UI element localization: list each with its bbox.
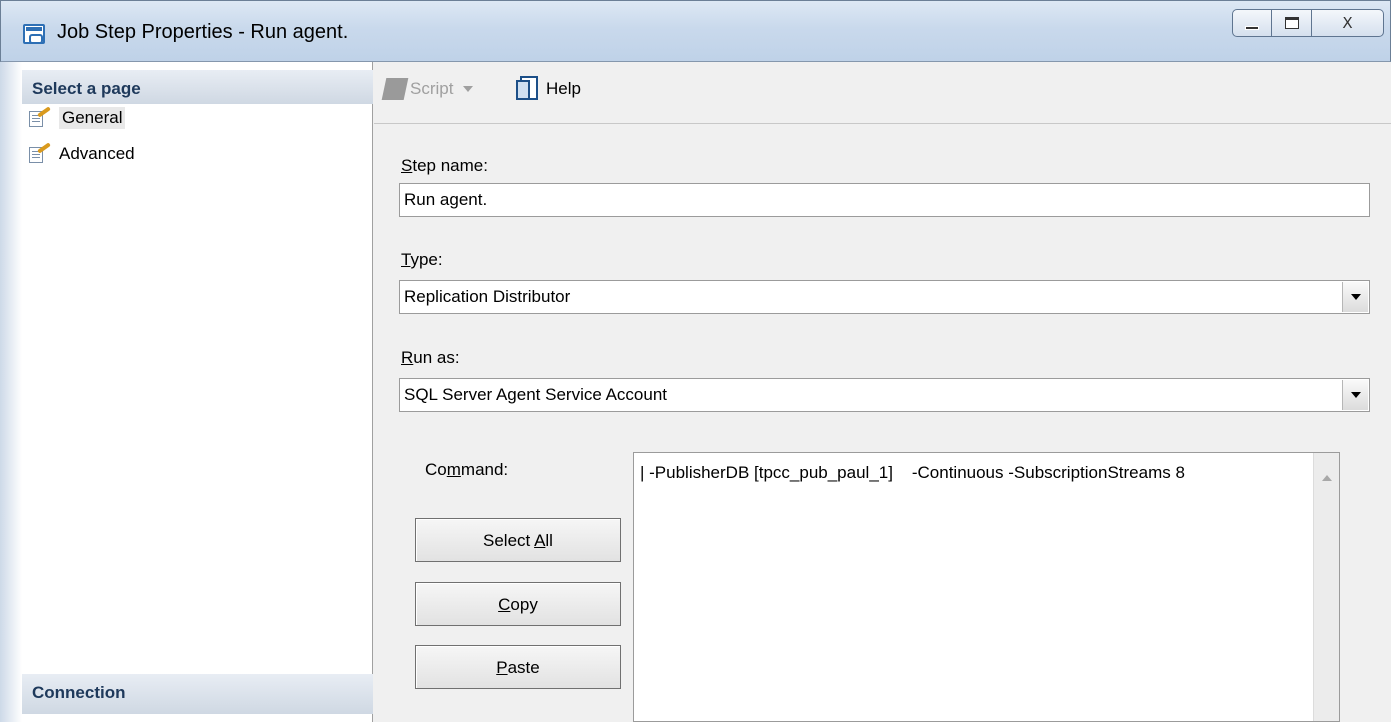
connection-header: Connection — [22, 674, 373, 714]
command-text: | -PublisherDB [tpcc_pub_paul_1] -Contin… — [640, 463, 1185, 482]
help-button[interactable]: Help — [516, 76, 581, 102]
chevron-down-icon — [1350, 392, 1361, 398]
command-label: Command: — [425, 460, 509, 479]
help-label: Help — [546, 79, 581, 98]
step-name-input[interactable]: Run agent. — [399, 183, 1370, 217]
minimize-button[interactable] — [1232, 9, 1272, 37]
scroll-up-icon[interactable] — [1322, 475, 1332, 481]
left-edge-gradient — [0, 62, 22, 722]
type-label: Type: — [401, 250, 443, 269]
select-all-button[interactable]: Select All — [415, 518, 621, 562]
properties-page-icon — [28, 106, 52, 129]
run-as-label: Run as: — [401, 348, 460, 367]
sidebar-item-label: General — [59, 107, 126, 129]
chevron-down-icon — [463, 86, 474, 92]
select-page-header: Select a page — [22, 70, 373, 104]
title-bar: Job Step Properties - Run agent. X — [0, 0, 1391, 62]
app-icon — [23, 24, 45, 44]
window-title: Job Step Properties - Run agent. — [57, 21, 349, 43]
type-select[interactable]: Replication Distributor — [399, 280, 1370, 314]
run-as-dropdown-button[interactable] — [1342, 380, 1368, 410]
close-button[interactable]: X — [1312, 9, 1384, 37]
sidebar-item-general[interactable]: General — [22, 104, 126, 132]
close-icon: X — [1342, 14, 1353, 32]
command-textarea[interactable]: | -PublisherDB [tpcc_pub_paul_1] -Contin… — [633, 452, 1340, 722]
maximize-icon — [1284, 17, 1299, 29]
sidebar-item-advanced[interactable]: Advanced — [22, 140, 135, 168]
step-name-label: Step name: — [401, 156, 488, 175]
caption-buttons: X — [1232, 9, 1384, 37]
copy-button[interactable]: Copy — [415, 582, 621, 626]
toolbar: Script Help — [374, 62, 1391, 124]
sidebar-item-label: Advanced — [59, 144, 135, 163]
chevron-down-icon — [1350, 294, 1361, 300]
run-as-select[interactable]: SQL Server Agent Service Account — [399, 378, 1370, 412]
run-as-select-value: SQL Server Agent Service Account — [404, 385, 668, 404]
script-button[interactable]: Script — [381, 78, 474, 100]
command-scrollbar[interactable] — [1313, 453, 1339, 721]
help-icon — [516, 76, 542, 102]
type-select-value: Replication Distributor — [404, 287, 571, 306]
maximize-button[interactable] — [1272, 9, 1312, 37]
properties-page-icon — [28, 142, 52, 165]
minimize-icon — [1245, 26, 1259, 30]
type-dropdown-button[interactable] — [1342, 282, 1368, 312]
script-label: Script — [410, 79, 454, 98]
script-icon — [381, 78, 409, 100]
paste-button[interactable]: Paste — [415, 645, 621, 689]
